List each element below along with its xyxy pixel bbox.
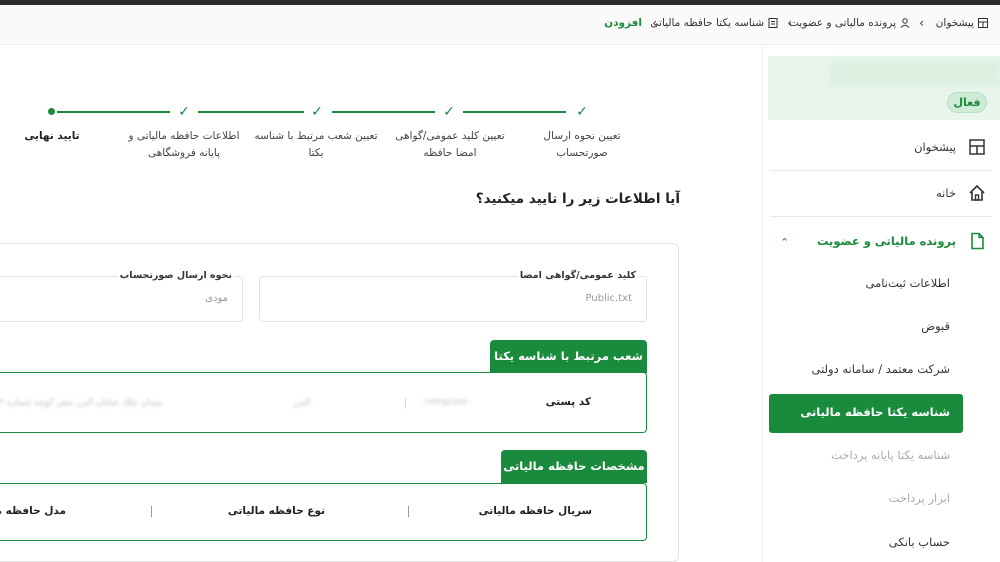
step-connector [332,111,435,113]
chevron-left-icon: ‹ [919,16,924,30]
sidebar-subitem-registration[interactable]: اطلاعات ثبت‌نامی [866,276,950,290]
memory-section-title: مشخصات حافظه مالیاتی [501,450,647,483]
column-divider [151,506,152,517]
field-label: نحوه ارسال صورتحساب [117,270,234,281]
breadcrumb-item-memory-id[interactable]: شناسه یکتا حافظه مالیاتی [650,17,778,29]
check-icon: ✓ [576,104,588,120]
breadcrumb-item-tax-file[interactable]: پرونده مالیاتی و عضویت [789,17,910,29]
check-icon: ✓ [311,104,323,120]
step-label-branches: تعیین شعب مرتبط با شناسه یکتا [254,130,378,159]
current-step-dot [48,108,55,115]
chevron-left-icon: ‹ [652,16,657,30]
step-label-public-key: تعیین کلید عمومی/گواهی امضا حافظه [395,130,505,159]
sidebar-subitem-bank-account[interactable]: حساب بانکی [889,535,950,549]
dashboard-icon [978,18,988,28]
column-divider [405,398,406,409]
breadcrumb-item-dashboard[interactable]: پیشخوان [936,17,988,29]
postal-code-label: کد پستی [545,396,591,408]
sidebar-subitem-memory-id-label: شناسه یکتا حافظه مالیاتی [800,405,950,419]
field-value: مودی [205,293,228,304]
divider [770,170,992,171]
dashboard-icon [969,139,985,155]
address-value: میدان ملک خیابان البرز نبش کوچه شماره ۳ [0,398,162,408]
step-connector [198,111,304,113]
sidebar-subitem-trusted-company[interactable]: شرکت معتمد / سامانه دولتی [811,362,950,376]
confirmation-question: آیا اطلاعات زیر را تایید میکنید؟ [475,191,680,207]
sidebar-subitem-bills[interactable]: قبوض [921,319,950,333]
sidebar-item-dashboard[interactable]: پیشخوان [914,140,956,154]
home-icon [969,184,985,201]
field-label: کلید عمومی/گواهی امضا [517,270,638,281]
breadcrumb-label: پرونده مالیاتی و عضویت [789,17,896,29]
invoice-method-field: نحوه ارسال صورتحساب مودی [0,270,243,322]
breadcrumb-label: شناسه یکتا حافظه مالیاتی [650,17,764,29]
type-column-header: نوع حافظه مالیاتی [227,505,325,517]
check-icon: ✓ [178,104,190,120]
sidebar-subitem-payment-tool[interactable]: ابزار پرداخت [889,491,950,505]
document-icon [768,18,778,28]
file-icon [971,232,984,250]
postal-code-value: ۱۲۳۴۵۶۷۸۹۰ [423,398,472,408]
step-connector [463,111,566,113]
field-value: Public.txt [585,293,632,304]
user-icon [900,18,910,28]
sidebar-subitem-payment-terminal[interactable]: شناسه یکتا پایانه پرداخت [831,448,950,462]
step-connector [57,111,170,113]
province-value: البرز [293,398,311,408]
column-divider [408,506,409,517]
sidebar [762,46,1000,562]
sidebar-item-home[interactable]: خانه [936,186,956,200]
chevron-left-icon: ‹ [787,16,792,30]
public-key-field: کلید عمومی/گواهی امضا Public.txt [259,270,647,322]
divider [770,216,992,217]
summary-card: کلید عمومی/گواهی امضا Public.txt نحوه ار… [0,243,679,562]
step-label-invoice-method: تعیین نحوه ارسال صورتحساب [543,130,621,159]
breadcrumb-label: افزودن [604,17,642,29]
branches-section-title: شعب مرتبط با شناسه یکتا [490,340,647,373]
chevron-up-icon[interactable]: ⌃ [780,236,789,249]
check-icon: ✓ [443,104,455,120]
status-badge: فعال [947,92,987,113]
profile-name [830,60,1000,86]
serial-column-header: سریال حافظه مالیاتی [478,505,592,517]
step-label-memory-info: اطلاعات حافظه مالیاتی و پایانه فروشگاهی [128,130,240,159]
breadcrumb-label: پیشخوان [935,17,974,29]
breadcrumb: پیشخوان ‹ پرونده مالیاتی و عضویت ‹ شناسه… [0,5,1000,45]
step-label-final: تایید نهایی [24,130,80,142]
breadcrumb-item-add: افزودن [604,17,642,29]
model-column-header: مدل حافظه مالیاتی [0,505,66,517]
sidebar-item-tax-file[interactable]: پرونده مالیاتی و عضویت [817,234,956,248]
